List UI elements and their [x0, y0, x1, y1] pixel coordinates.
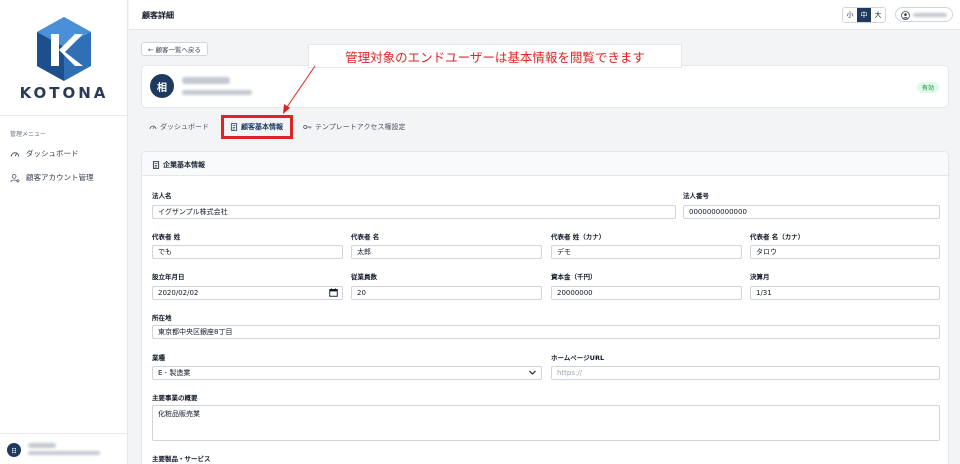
font-size-large-button[interactable]: 大: [871, 8, 885, 22]
topbar: 顧客詳細 小 中 大: [129, 0, 960, 30]
tab-dashboard[interactable]: ダッシュボード: [149, 116, 209, 138]
rep-first-name-kana-input[interactable]: タロウ: [750, 245, 940, 259]
sidebar-item-dashboard[interactable]: ダッシュボード: [10, 148, 79, 159]
rep-first-name-input[interactable]: 太郎: [351, 245, 542, 259]
fiscal-month-input[interactable]: 1/31: [750, 286, 940, 300]
annotation-callout: 管理対象のエンドユーザーは基本情報を閲覧できます: [308, 44, 682, 68]
capital-label: 資本金（千円）: [551, 273, 597, 281]
redacted-customer-email: [182, 90, 252, 95]
employees-label: 従業員数: [351, 273, 377, 281]
form-title: 企業基本情報: [152, 160, 205, 170]
gauge-icon: [10, 151, 20, 157]
avatar: 相: [150, 74, 174, 98]
homepage-url-label: ホームページURL: [551, 354, 605, 362]
sidebar-user[interactable]: 日: [0, 433, 128, 464]
rep-first-name-label: 代表者 名: [351, 233, 380, 241]
logo: KOTONA: [0, 0, 128, 116]
font-size-medium-button[interactable]: 中: [857, 8, 871, 22]
user-gear-icon: [10, 173, 20, 182]
tab-label: ダッシュボード: [160, 123, 209, 131]
industry-select[interactable]: E - 製造業: [152, 366, 542, 380]
homepage-url-input[interactable]: https://: [551, 366, 940, 380]
font-size-small-button[interactable]: 小: [843, 8, 857, 22]
corp-name-input[interactable]: イグザンプル株式会社: [152, 205, 676, 219]
back-to-list-button[interactable]: ← 顧客一覧へ戻る: [141, 42, 209, 56]
rep-last-name-kana-label: 代表者 姓（カナ）: [551, 233, 606, 241]
rep-first-name-kana-label: 代表者 名（カナ）: [750, 233, 805, 241]
products-services-label: 主要製品・サービス: [152, 455, 211, 463]
back-button-label: ← 顧客一覧へ戻る: [148, 46, 202, 54]
industry-label: 業種: [152, 354, 165, 362]
sidebar-item-customer-accounts[interactable]: 顧客アカウント管理: [10, 172, 94, 183]
calendar-icon[interactable]: [329, 288, 338, 297]
sidebar-item-label: 顧客アカウント管理: [26, 173, 94, 182]
tab-label: テンプレートアクセス権設定: [315, 123, 406, 131]
address-label: 所在地: [152, 314, 172, 322]
corp-name-label: 法人名: [152, 192, 172, 200]
key-icon: [303, 125, 312, 129]
annotation-text: 管理対象のエンドユーザーは基本情報を閲覧できます: [345, 49, 645, 65]
tab-template-access[interactable]: テンプレートアクセス権設定: [303, 116, 405, 138]
corp-number-input[interactable]: 0000000000000: [683, 205, 940, 219]
company-info-form: 企業基本情報 法人名 イグザンプル株式会社 法人番号 0000000000000…: [141, 151, 949, 464]
avatar: 日: [7, 443, 21, 457]
founded-date-value: 2020/02/02: [158, 289, 199, 297]
rep-last-name-input[interactable]: でも: [152, 245, 343, 259]
page-title: 顧客詳細: [142, 11, 174, 20]
redacted-user-name: [913, 13, 947, 17]
founded-date-label: 設立年月日: [152, 273, 185, 281]
active-tab-highlight-box: [221, 115, 293, 139]
redacted-user-email: [28, 451, 100, 455]
employees-input[interactable]: 20: [351, 286, 542, 300]
customer-profile-card: 相 有効: [141, 65, 949, 108]
redacted-customer-name: [182, 77, 230, 84]
font-size-switch: 小 中 大: [842, 7, 886, 23]
fiscal-month-label: 決算月: [750, 273, 770, 281]
redacted-user-name: [28, 443, 56, 448]
gauge-icon: [149, 125, 157, 130]
menu-label: 管理メニュー: [10, 131, 47, 138]
document-icon: [152, 161, 160, 169]
sidebar: KOTONA 管理メニュー ダッシュボード 顧客アカウント管理 日: [0, 0, 128, 464]
user-menu-button[interactable]: [895, 7, 953, 22]
industry-selected-value: E - 製造業: [158, 369, 191, 377]
sidebar-item-label: ダッシュボード: [26, 149, 79, 158]
chevron-down-icon: [529, 370, 536, 375]
form-title-text: 企業基本情報: [163, 161, 205, 169]
capital-input[interactable]: 20000000: [551, 286, 742, 300]
form-header: 企業基本情報: [142, 152, 948, 176]
brand-name: KOTONA: [19, 84, 109, 102]
business-summary-label: 主要事業の概要: [152, 394, 198, 402]
business-summary-textarea[interactable]: 化粧品販売業: [152, 405, 940, 441]
founded-date-input[interactable]: 2020/02/02: [152, 286, 343, 300]
user-circle-icon: [901, 11, 910, 20]
kotona-logo-icon: [37, 17, 91, 81]
address-input[interactable]: 東京都中央区銀座8丁目: [152, 325, 940, 339]
rep-last-name-label: 代表者 姓: [152, 233, 181, 241]
corp-number-label: 法人番号: [683, 192, 709, 200]
rep-last-name-kana-input[interactable]: デモ: [551, 245, 742, 259]
status-badge: 有効: [916, 82, 939, 93]
